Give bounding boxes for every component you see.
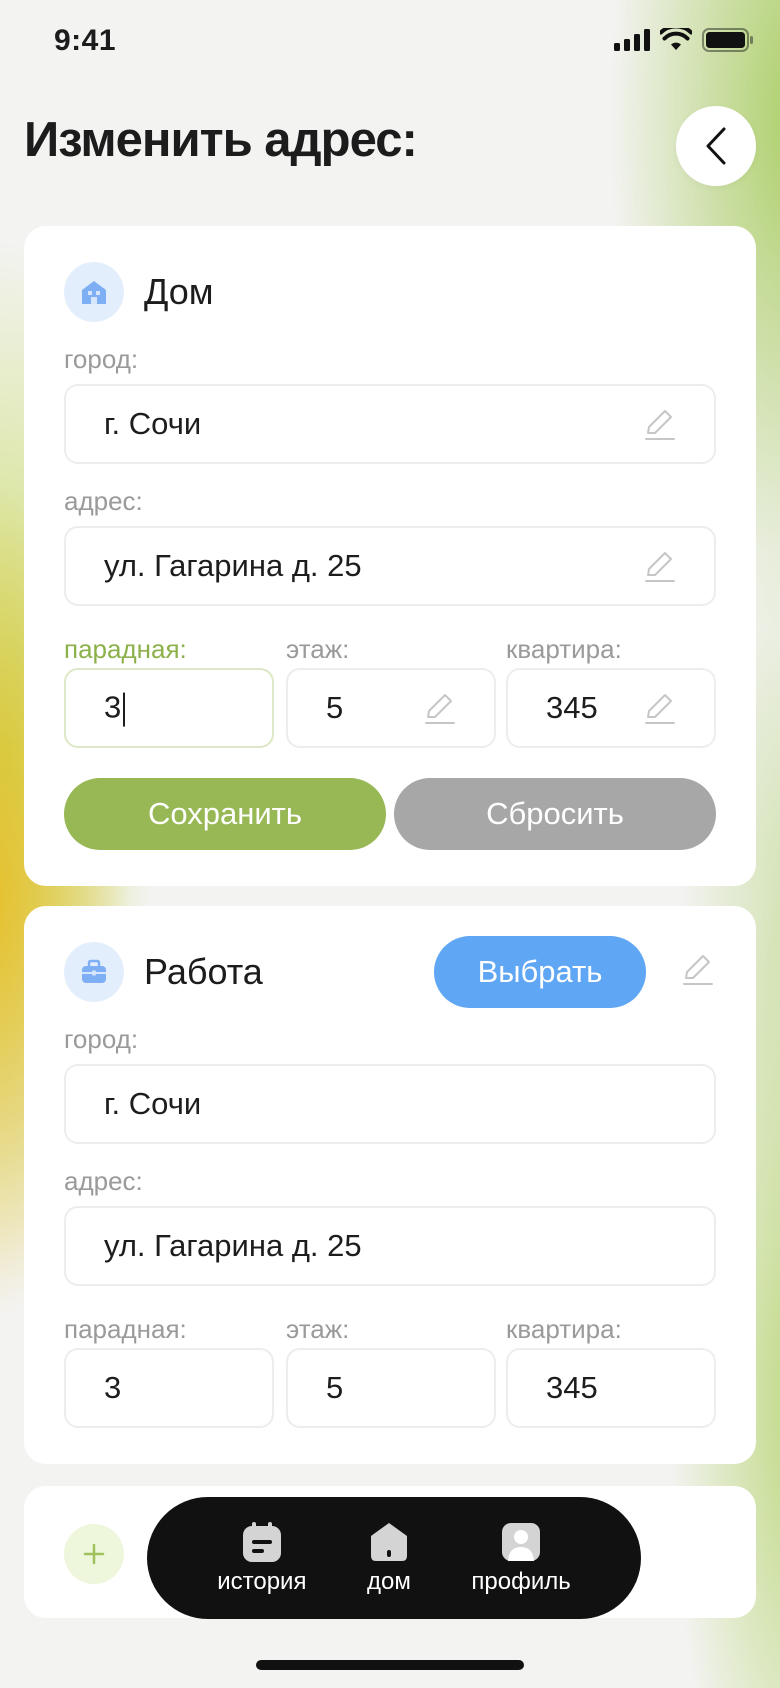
chevron-left-icon <box>706 127 726 165</box>
work-city-label: город: <box>64 1024 139 1054</box>
work-address-field[interactable]: ул. Гагарина д. 25 <box>64 1206 716 1286</box>
home-address-label: адрес: <box>64 486 143 516</box>
house-icon <box>370 1523 407 1561</box>
home-apartment-label: квартира: <box>506 634 622 664</box>
plus-glyph <box>83 1543 105 1565</box>
status-time: 9:41 <box>54 24 117 57</box>
home-indicator <box>256 1660 524 1670</box>
briefcase-icon <box>82 959 106 983</box>
home-address-card: Дом город: г. Сочи адрес: ул. Гагарина д… <box>24 226 756 886</box>
work-floor-value: 5 <box>326 1370 344 1405</box>
tab-profile-label: профиль <box>471 1568 571 1595</box>
back-button[interactable] <box>676 106 756 186</box>
pencil-icon[interactable] <box>642 549 676 583</box>
cellular-signal-icon <box>614 29 650 51</box>
wifi-icon <box>660 28 692 50</box>
home-entrance-value: 3 <box>104 689 122 725</box>
home-entrance-label: парадная: <box>64 634 187 664</box>
home-entrance-value-wrap: 3 <box>104 689 126 727</box>
home-apartment-value: 345 <box>546 690 598 725</box>
save-button[interactable]: Сохранить <box>64 778 386 850</box>
home-address-field[interactable]: ул. Гагарина д. 25 <box>64 526 716 606</box>
home-apartment-field[interactable]: 345 <box>506 668 716 748</box>
status-bar: 9:41 <box>0 0 780 90</box>
work-entrance-value: 3 <box>104 1370 122 1405</box>
text-caret <box>123 692 126 727</box>
tab-bar: история дом профиль <box>147 1497 641 1619</box>
tab-history-label: история <box>217 1568 307 1595</box>
pencil-icon[interactable] <box>422 691 456 725</box>
work-city-field[interactable]: г. Сочи <box>64 1064 716 1144</box>
home-card-title: Дом <box>144 271 214 312</box>
work-address-card: Работа Выбрать город: г. Сочи адрес: ул.… <box>24 906 756 1464</box>
work-city-value: г. Сочи <box>104 1086 202 1121</box>
home-floor-label: этаж: <box>286 634 350 664</box>
home-floor-value: 5 <box>326 690 344 725</box>
tab-profile[interactable]: профиль <box>471 1520 571 1596</box>
calendar-note-icon <box>242 1522 281 1562</box>
pencil-icon[interactable] <box>642 407 676 441</box>
work-card-header: Работа <box>64 942 263 1002</box>
home-city-value: г. Сочи <box>104 406 202 441</box>
profile-icon <box>502 1523 541 1561</box>
work-address-label: адрес: <box>64 1166 143 1196</box>
work-address-value: ул. Гагарина д. 25 <box>104 1228 362 1263</box>
page-title: Изменить адрес: <box>24 113 418 167</box>
select-button[interactable]: Выбрать <box>434 936 646 1008</box>
pencil-icon[interactable] <box>680 952 714 986</box>
building-icon <box>82 281 106 304</box>
work-entrance-field[interactable]: 3 <box>64 1348 274 1428</box>
work-apartment-value: 345 <box>546 1370 598 1405</box>
work-apartment-field[interactable]: 345 <box>506 1348 716 1428</box>
home-city-label: город: <box>64 344 139 374</box>
home-card-header: Дом <box>64 262 214 322</box>
work-badge <box>64 942 124 1002</box>
reset-button[interactable]: Сбросить <box>394 778 716 850</box>
home-entrance-field[interactable]: 3 <box>64 668 274 748</box>
home-badge <box>64 262 124 322</box>
work-entrance-label: парадная: <box>64 1314 187 1344</box>
tab-home[interactable]: дом <box>367 1520 411 1596</box>
tab-home-label: дом <box>367 1568 411 1595</box>
tab-history[interactable]: история <box>217 1520 306 1596</box>
home-city-field[interactable]: г. Сочи <box>64 384 716 464</box>
work-floor-label: этаж: <box>286 1314 350 1344</box>
work-apartment-label: квартира: <box>506 1314 622 1344</box>
work-card-title: Работа <box>144 951 263 992</box>
work-floor-field[interactable]: 5 <box>286 1348 496 1428</box>
home-address-value: ул. Гагарина д. 25 <box>104 548 362 583</box>
plus-icon[interactable] <box>64 1524 124 1584</box>
home-floor-field[interactable]: 5 <box>286 668 496 748</box>
status-icons <box>614 28 754 52</box>
pencil-icon[interactable] <box>642 691 676 725</box>
battery-icon <box>702 28 753 52</box>
